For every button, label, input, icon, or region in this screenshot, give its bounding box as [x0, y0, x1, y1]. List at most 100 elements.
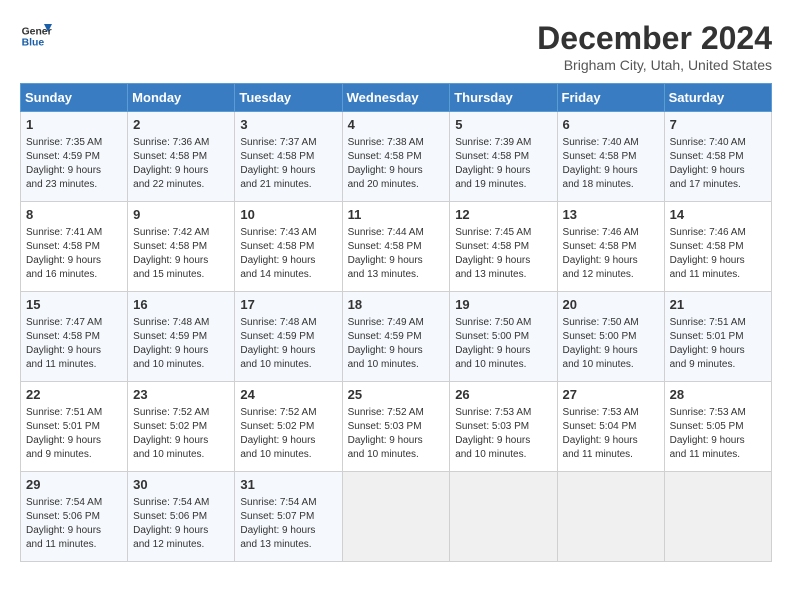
day-content: Sunrise: 7:54 AM Sunset: 5:06 PM Dayligh…	[26, 496, 122, 552]
col-saturday: Saturday	[664, 84, 771, 112]
day-number: 28	[670, 386, 766, 404]
day-content: Sunrise: 7:47 AM Sunset: 4:58 PM Dayligh…	[26, 316, 122, 372]
day-number: 23	[133, 386, 229, 404]
calendar-cell	[450, 472, 557, 562]
day-content: Sunrise: 7:53 AM Sunset: 5:05 PM Dayligh…	[670, 406, 766, 462]
day-number: 17	[240, 296, 336, 314]
day-number: 6	[563, 116, 659, 134]
day-content: Sunrise: 7:48 AM Sunset: 4:59 PM Dayligh…	[240, 316, 336, 372]
day-number: 14	[670, 206, 766, 224]
day-number: 3	[240, 116, 336, 134]
day-content: Sunrise: 7:38 AM Sunset: 4:58 PM Dayligh…	[348, 136, 445, 192]
day-number: 30	[133, 476, 229, 494]
calendar-cell: 22 Sunrise: 7:51 AM Sunset: 5:01 PM Dayli…	[21, 382, 128, 472]
day-number: 15	[26, 296, 122, 314]
day-content: Sunrise: 7:43 AM Sunset: 4:58 PM Dayligh…	[240, 226, 336, 282]
day-number: 29	[26, 476, 122, 494]
col-monday: Monday	[128, 84, 235, 112]
calendar-cell: 24 Sunrise: 7:52 AM Sunset: 5:02 PM Dayli…	[235, 382, 342, 472]
calendar-cell: 12Sunrise: 7:45 AM Sunset: 4:58 PM Dayli…	[450, 202, 557, 292]
day-number: 19	[455, 296, 551, 314]
day-number: 20	[563, 296, 659, 314]
day-content: Sunrise: 7:52 AM Sunset: 5:02 PM Dayligh…	[133, 406, 229, 462]
day-content: Sunrise: 7:41 AM Sunset: 4:58 PM Dayligh…	[26, 226, 122, 282]
calendar-cell: 16 Sunrise: 7:48 AM Sunset: 4:59 PM Dayli…	[128, 292, 235, 382]
header: General Blue December 2024 Brigham City,…	[20, 20, 772, 73]
calendar-cell: 27 Sunrise: 7:53 AM Sunset: 5:04 PM Dayli…	[557, 382, 664, 472]
day-number: 24	[240, 386, 336, 404]
day-number: 22	[26, 386, 122, 404]
day-number: 4	[348, 116, 445, 134]
day-content: Sunrise: 7:40 AM Sunset: 4:58 PM Dayligh…	[670, 136, 766, 192]
day-content: Sunrise: 7:50 AM Sunset: 5:00 PM Dayligh…	[563, 316, 659, 372]
calendar-cell: 5 Sunrise: 7:39 AM Sunset: 4:58 PM Daylig…	[450, 112, 557, 202]
day-number: 21	[670, 296, 766, 314]
day-content: Sunrise: 7:46 AM Sunset: 4:58 PM Dayligh…	[563, 226, 659, 282]
calendar-cell: 26 Sunrise: 7:53 AM Sunset: 5:03 PM Dayli…	[450, 382, 557, 472]
svg-text:Blue: Blue	[22, 38, 45, 49]
calendar-cell	[664, 472, 771, 562]
calendar-cell: 1Sunrise: 7:35 AM Sunset: 4:59 PM Daylig…	[21, 112, 128, 202]
day-content: Sunrise: 7:46 AM Sunset: 4:58 PM Dayligh…	[670, 226, 766, 282]
day-number: 7	[670, 116, 766, 134]
day-content: Sunrise: 7:52 AM Sunset: 5:02 PM Dayligh…	[240, 406, 336, 462]
calendar-cell: 20 Sunrise: 7:50 AM Sunset: 5:00 PM Dayli…	[557, 292, 664, 382]
day-number: 25	[348, 386, 445, 404]
day-content: Sunrise: 7:54 AM Sunset: 5:06 PM Dayligh…	[133, 496, 229, 552]
calendar-cell: 14 Sunrise: 7:46 AM Sunset: 4:58 PM Dayli…	[664, 202, 771, 292]
calendar-cell: 10 Sunrise: 7:43 AM Sunset: 4:58 PM Dayli…	[235, 202, 342, 292]
day-content: Sunrise: 7:49 AM Sunset: 4:59 PM Dayligh…	[348, 316, 445, 372]
calendar-cell: 7 Sunrise: 7:40 AM Sunset: 4:58 PM Daylig…	[664, 112, 771, 202]
calendar-cell: 25 Sunrise: 7:52 AM Sunset: 5:03 PM Dayli…	[342, 382, 450, 472]
calendar-cell: 17 Sunrise: 7:48 AM Sunset: 4:59 PM Dayli…	[235, 292, 342, 382]
logo: General Blue	[20, 20, 52, 52]
day-content: Sunrise: 7:51 AM Sunset: 5:01 PM Dayligh…	[26, 406, 122, 462]
calendar-cell	[557, 472, 664, 562]
calendar-cell: 15 Sunrise: 7:47 AM Sunset: 4:58 PM Dayli…	[21, 292, 128, 382]
day-content: Sunrise: 7:51 AM Sunset: 5:01 PM Dayligh…	[670, 316, 766, 372]
calendar-cell: 2Sunrise: 7:36 AM Sunset: 4:58 PM Daylig…	[128, 112, 235, 202]
day-number: 27	[563, 386, 659, 404]
subtitle: Brigham City, Utah, United States	[537, 57, 772, 73]
calendar-cell: 28 Sunrise: 7:53 AM Sunset: 5:05 PM Dayli…	[664, 382, 771, 472]
day-content: Sunrise: 7:52 AM Sunset: 5:03 PM Dayligh…	[348, 406, 445, 462]
calendar-cell: 4 Sunrise: 7:38 AM Sunset: 4:58 PM Daylig…	[342, 112, 450, 202]
calendar-cell: 19 Sunrise: 7:50 AM Sunset: 5:00 PM Dayli…	[450, 292, 557, 382]
day-number: 26	[455, 386, 551, 404]
month-title: December 2024	[537, 20, 772, 57]
day-number: 5	[455, 116, 551, 134]
day-content: Sunrise: 7:39 AM Sunset: 4:58 PM Dayligh…	[455, 136, 551, 192]
calendar-cell: 11Sunrise: 7:44 AM Sunset: 4:58 PM Dayli…	[342, 202, 450, 292]
day-number: 12	[455, 206, 551, 224]
day-number: 9	[133, 206, 229, 224]
day-content: Sunrise: 7:42 AM Sunset: 4:58 PM Dayligh…	[133, 226, 229, 282]
day-content: Sunrise: 7:44 AM Sunset: 4:58 PM Dayligh…	[348, 226, 445, 282]
calendar-row: 1Sunrise: 7:35 AM Sunset: 4:59 PM Daylig…	[21, 112, 772, 202]
calendar-row: 8 Sunrise: 7:41 AM Sunset: 4:58 PM Daylig…	[21, 202, 772, 292]
header-row: Sunday Monday Tuesday Wednesday Thursday…	[21, 84, 772, 112]
calendar-cell: 13Sunrise: 7:46 AM Sunset: 4:58 PM Dayli…	[557, 202, 664, 292]
calendar-cell: 31Sunrise: 7:54 AM Sunset: 5:07 PM Dayli…	[235, 472, 342, 562]
day-content: Sunrise: 7:48 AM Sunset: 4:59 PM Dayligh…	[133, 316, 229, 372]
calendar-cell: 9 Sunrise: 7:42 AM Sunset: 4:58 PM Daylig…	[128, 202, 235, 292]
calendar-cell: 8 Sunrise: 7:41 AM Sunset: 4:58 PM Daylig…	[21, 202, 128, 292]
calendar-cell: 29 Sunrise: 7:54 AM Sunset: 5:06 PM Dayli…	[21, 472, 128, 562]
calendar-row: 15 Sunrise: 7:47 AM Sunset: 4:58 PM Dayli…	[21, 292, 772, 382]
day-content: Sunrise: 7:50 AM Sunset: 5:00 PM Dayligh…	[455, 316, 551, 372]
calendar-cell: 21 Sunrise: 7:51 AM Sunset: 5:01 PM Dayli…	[664, 292, 771, 382]
day-number: 10	[240, 206, 336, 224]
col-wednesday: Wednesday	[342, 84, 450, 112]
col-friday: Friday	[557, 84, 664, 112]
day-content: Sunrise: 7:53 AM Sunset: 5:04 PM Dayligh…	[563, 406, 659, 462]
day-content: Sunrise: 7:53 AM Sunset: 5:03 PM Dayligh…	[455, 406, 551, 462]
calendar-cell	[342, 472, 450, 562]
day-number: 8	[26, 206, 122, 224]
day-number: 31	[240, 476, 336, 494]
calendar-row: 29 Sunrise: 7:54 AM Sunset: 5:06 PM Dayli…	[21, 472, 772, 562]
day-number: 2	[133, 116, 229, 134]
logo-icon: General Blue	[20, 20, 52, 52]
day-number: 16	[133, 296, 229, 314]
day-content: Sunrise: 7:35 AM Sunset: 4:59 PM Dayligh…	[26, 136, 122, 192]
calendar-cell: 6Sunrise: 7:40 AM Sunset: 4:58 PM Daylig…	[557, 112, 664, 202]
calendar-cell: 3Sunrise: 7:37 AM Sunset: 4:58 PM Daylig…	[235, 112, 342, 202]
